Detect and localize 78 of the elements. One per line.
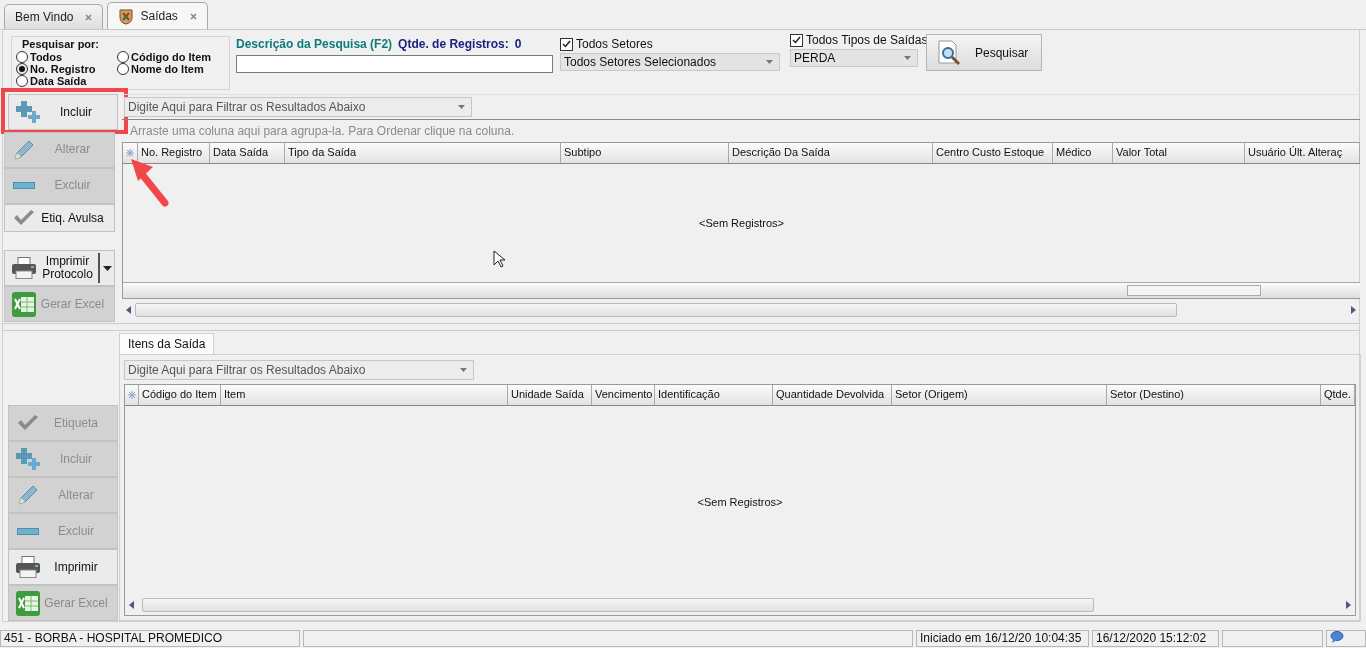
column-header[interactable]: Valor Total	[1113, 143, 1245, 163]
minus-icon	[13, 182, 35, 190]
column-header[interactable]: Tipo da Saída	[285, 143, 561, 163]
filter-field[interactable]: Digite Aqui para Filtrar os Resultados Abaixo	[124, 360, 474, 380]
column-header[interactable]: Identificação	[655, 385, 773, 405]
column-header[interactable]: Qtde.	[1321, 385, 1355, 405]
radio-option[interactable]: Todos	[16, 51, 117, 63]
checkbox[interactable]: Todos Tipos de Saídas	[790, 33, 928, 47]
search-field[interactable]	[236, 55, 553, 73]
minus-icon	[17, 527, 39, 535]
status-text: 16/12/2020 15:12:02	[1092, 630, 1219, 647]
spreadsheet-icon	[12, 291, 36, 317]
column-header[interactable]: Data Saída	[210, 143, 285, 163]
tab[interactable]: Itens da Saída	[119, 333, 215, 354]
action-button[interactable]: Etiq. Avulsa	[4, 203, 115, 233]
search-icon	[935, 39, 961, 66]
scroll-thumb[interactable]	[142, 597, 1094, 612]
record-count-label: Qtde. de Registros:	[398, 37, 509, 51]
close-icon[interactable]	[189, 12, 197, 20]
close-icon[interactable]	[85, 13, 93, 21]
action-button[interactable]: Incluir	[8, 94, 118, 130]
scroll-thumb[interactable]	[135, 302, 1177, 317]
radio-option[interactable]: Data Saída	[16, 75, 117, 87]
column-header[interactable]: Usuário Últ. Alteraç	[1245, 143, 1360, 163]
pencil-icon	[14, 139, 34, 160]
column-header[interactable]: Item	[221, 385, 508, 405]
printer-icon	[16, 556, 40, 578]
pencil-icon	[18, 485, 38, 505]
spreadsheet-icon	[16, 590, 40, 616]
action-button[interactable]: Imprimir Protocolo	[4, 250, 115, 287]
emblem-icon	[118, 7, 135, 25]
column-header[interactable]: Médico	[1053, 143, 1113, 163]
check-icon	[561, 38, 572, 50]
group-label: Pesquisar por:	[21, 38, 101, 51]
plus-icon	[16, 101, 40, 123]
mouse-cursor-icon	[493, 250, 506, 268]
caret-icon	[904, 56, 911, 60]
empty-message: <Sem Registros>	[699, 217, 784, 229]
right-arrow-icon	[1346, 600, 1351, 609]
check-icon	[18, 415, 38, 431]
column-header[interactable]: Setor (Origem)	[892, 385, 1107, 405]
left-arrow-icon	[126, 305, 131, 314]
column-header[interactable]: Quantidade Devolvida	[773, 385, 892, 405]
caret-icon	[460, 368, 467, 372]
status-text: 451 - BORBA - HOSPITAL PROMEDICO	[0, 630, 300, 647]
check-icon	[791, 34, 802, 46]
caret-icon	[458, 105, 465, 109]
splitter-handle[interactable]	[3, 323, 1359, 331]
printer-icon	[12, 257, 36, 280]
search-label: Descrição da Pesquisa (F2)	[236, 37, 393, 51]
tab[interactable]: Saídas	[107, 2, 208, 29]
tab[interactable]: Bem Vindo	[4, 4, 104, 29]
check-icon	[14, 210, 34, 226]
radio-option[interactable]: Nome do Item	[117, 63, 229, 75]
empty-message: <Sem Registros>	[697, 495, 783, 508]
caret-icon	[766, 60, 773, 64]
record-count: 0	[514, 37, 522, 51]
column-header[interactable]: Vencimento	[592, 385, 655, 405]
status-text: Iniciado em 16/12/20 10:04:35	[916, 630, 1089, 647]
right-arrow-icon	[1351, 305, 1356, 314]
plus-icon	[16, 448, 40, 470]
group-hint: Arraste uma coluna aqui para agrupa-la. Para Ordenar clique na coluna.	[129, 123, 516, 140]
dropdown-field[interactable]: PERDA	[790, 49, 918, 67]
action-button[interactable]: Imprimir	[8, 549, 118, 585]
column-header[interactable]: Código do Item	[139, 385, 221, 405]
column-header[interactable]: Descrição Da Saída	[729, 143, 933, 163]
column-header[interactable]: Centro Custo Estoque	[933, 143, 1053, 163]
column-header[interactable]: Setor (Destino)	[1107, 385, 1321, 405]
column-header[interactable]: Unidade Saída	[508, 385, 592, 405]
checkbox[interactable]: Todos Setores	[560, 37, 780, 51]
radio-option[interactable]: Código do Item	[117, 51, 229, 63]
left-arrow-icon	[129, 600, 134, 609]
radio-option[interactable]: No. Registro	[16, 63, 117, 75]
row-selector-icon	[125, 385, 139, 405]
filter-field[interactable]: Digite Aqui para Filtrar os Resultados Abaixo	[124, 97, 472, 117]
search-button[interactable]: Pesquisar	[926, 34, 1042, 71]
column-header[interactable]: Subtipo	[561, 143, 729, 163]
dropdown-field[interactable]: Todos Setores Selecionados	[560, 53, 780, 71]
